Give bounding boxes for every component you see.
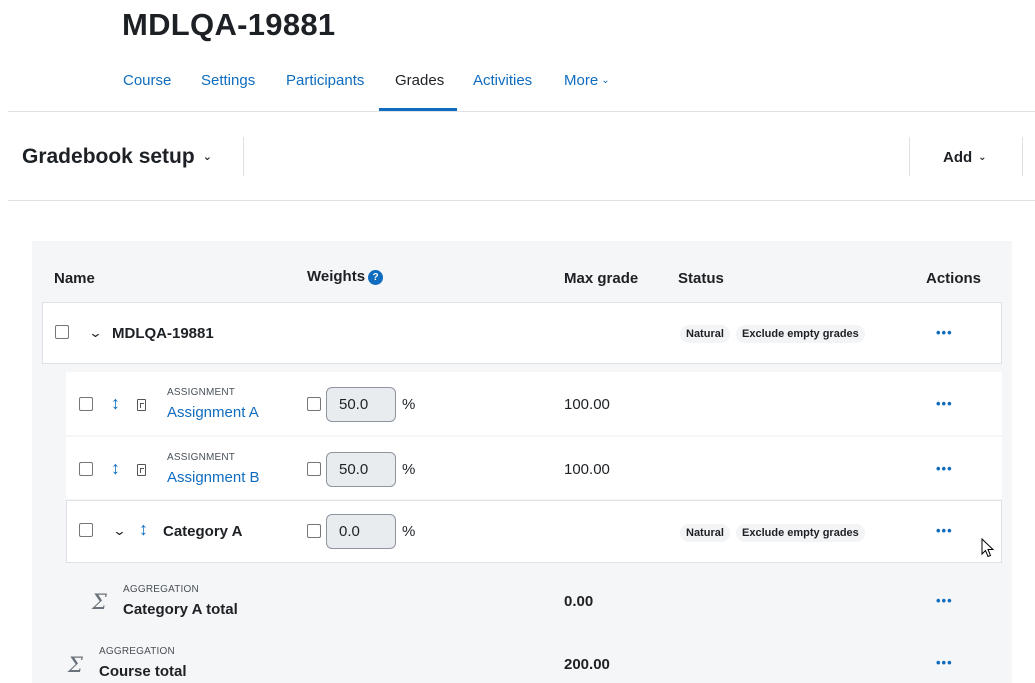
add-button-label: Add: [943, 149, 973, 166]
weight-input[interactable]: 0.0: [326, 514, 396, 549]
course-total-name: Course total: [99, 663, 187, 680]
tab-activities[interactable]: Activities: [473, 72, 532, 89]
sigma-icon: Σ: [92, 590, 107, 614]
weight-override-checkbox[interactable]: [307, 397, 321, 411]
page-title: MDLQA-19881: [122, 7, 336, 42]
grade-item-link[interactable]: Assignment B: [167, 469, 260, 486]
max-grade-value: 100.00: [564, 461, 610, 478]
weight-input[interactable]: 50.0: [326, 387, 396, 422]
weight-input[interactable]: 50.0: [326, 452, 396, 487]
header-divider: [243, 137, 244, 176]
move-icon[interactable]: ↕: [139, 519, 148, 540]
column-header-weights: Weights?: [307, 268, 384, 285]
add-button[interactable]: Add ⌄: [943, 149, 987, 166]
chevron-down-icon: ⌄: [202, 151, 212, 163]
nav-divider: [8, 111, 1035, 112]
item-type-label: AGGREGATION: [99, 646, 175, 657]
tab-grades[interactable]: Grades: [395, 72, 444, 89]
gradebook-setup-title: Gradebook setup: [22, 145, 195, 168]
course-category-name: MDLQA-19881: [112, 325, 214, 342]
column-header-actions: Actions: [926, 270, 982, 287]
weight-override-checkbox[interactable]: [307, 462, 321, 476]
tab-more-label: More: [564, 72, 599, 89]
percent-sign: %: [402, 396, 416, 413]
sigma-icon: Σ: [68, 653, 83, 677]
header-divider: [1022, 137, 1023, 176]
status-badge: Exclude empty grades: [736, 325, 865, 343]
category-name: Category A: [163, 523, 243, 540]
actions-menu-icon[interactable]: •••: [936, 396, 953, 411]
column-header-name: Name: [54, 270, 95, 287]
status-badge: Natural: [680, 325, 730, 343]
header-divider: [909, 137, 910, 176]
actions-menu-icon[interactable]: •••: [936, 523, 953, 538]
percent-sign: %: [402, 461, 416, 478]
chevron-down-icon[interactable]: ⌄: [88, 325, 102, 341]
chevron-down-icon[interactable]: ⌄: [112, 523, 126, 539]
actions-menu-icon[interactable]: •••: [936, 325, 953, 340]
gradebook-setup-dropdown[interactable]: Gradebook setup ⌄: [22, 145, 212, 169]
help-icon[interactable]: ?: [368, 270, 384, 285]
select-checkbox[interactable]: [79, 523, 93, 537]
item-type-label: ASSIGNMENT: [167, 387, 236, 398]
actions-menu-icon[interactable]: •••: [936, 655, 953, 670]
weight-override-checkbox[interactable]: [307, 524, 321, 538]
grade-item-link[interactable]: Assignment A: [167, 404, 259, 421]
column-header-max-grade: Max grade: [564, 270, 639, 287]
weights-label: Weights: [307, 268, 366, 285]
max-grade-value: 0.00: [564, 593, 594, 610]
move-icon[interactable]: ↕: [111, 393, 120, 414]
item-type-label: AGGREGATION: [123, 584, 199, 595]
column-header-status: Status: [678, 270, 724, 287]
max-grade-value: 200.00: [564, 656, 610, 673]
tab-settings[interactable]: Settings: [201, 72, 255, 89]
select-checkbox[interactable]: [79, 397, 93, 411]
tab-participants[interactable]: Participants: [286, 72, 364, 89]
header-bottom-divider: [8, 200, 1035, 201]
chevron-down-icon: ⌄: [978, 152, 987, 163]
chevron-down-icon: ⌄: [601, 75, 610, 86]
percent-sign: %: [402, 523, 416, 540]
assignment-icon: [137, 399, 146, 411]
table-row: [66, 437, 1002, 499]
item-type-label: ASSIGNMENT: [167, 452, 236, 463]
select-checkbox[interactable]: [79, 462, 93, 476]
status-badge: Natural: [680, 524, 730, 542]
category-total-name: Category A total: [123, 601, 238, 618]
select-checkbox[interactable]: [55, 325, 69, 339]
actions-menu-icon[interactable]: •••: [936, 461, 953, 476]
move-icon[interactable]: ↕: [111, 458, 120, 479]
tab-course[interactable]: Course: [123, 72, 171, 89]
tab-more[interactable]: More ⌄: [564, 72, 610, 89]
max-grade-value: 100.00: [564, 396, 610, 413]
actions-menu-icon[interactable]: •••: [936, 593, 953, 608]
mouse-cursor-icon: [981, 538, 995, 558]
assignment-icon: [137, 464, 146, 476]
status-badge: Exclude empty grades: [736, 524, 865, 542]
